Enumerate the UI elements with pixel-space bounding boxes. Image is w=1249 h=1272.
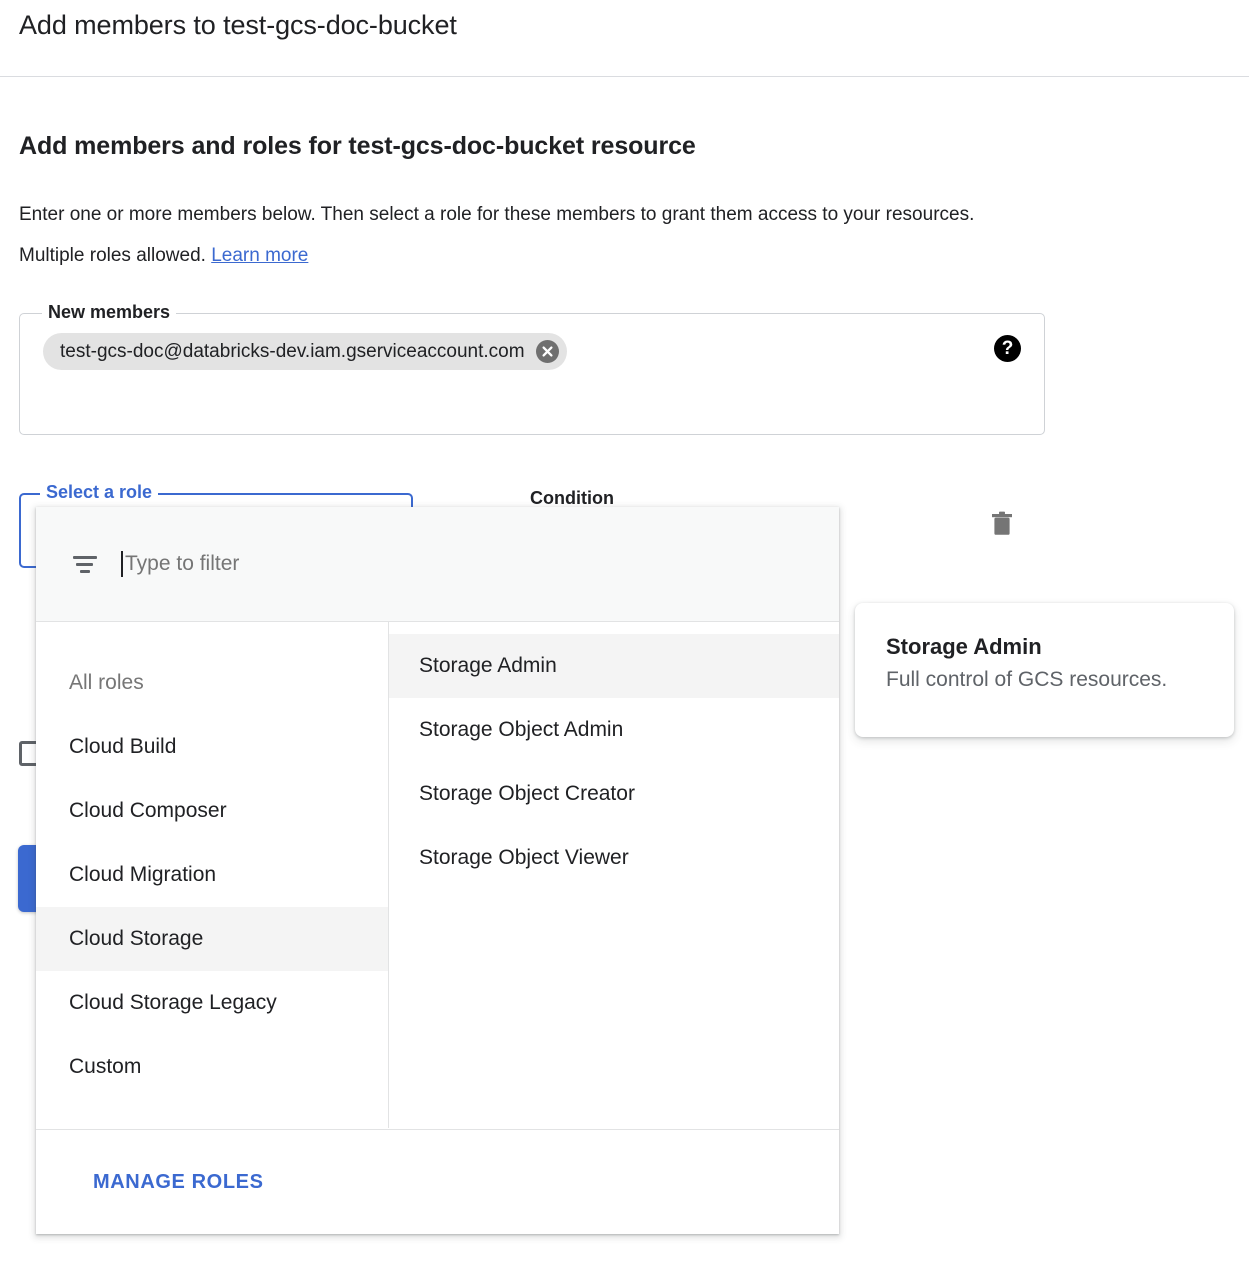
role-picker-dropdown: Type to filter All roles Cloud Build Clo… (36, 507, 839, 1234)
new-members-label: New members (42, 302, 176, 323)
role-option-storage-admin[interactable]: Storage Admin (389, 634, 839, 698)
role-picker-body: All roles Cloud Build Cloud Composer Clo… (36, 622, 839, 1128)
role-category-all-roles: All roles (36, 651, 388, 715)
section-description: Enter one or more members below. Then se… (19, 194, 1034, 276)
role-picker-footer: MANAGE ROLES (36, 1129, 839, 1234)
role-category-list: All roles Cloud Build Cloud Composer Clo… (36, 622, 389, 1128)
select-a-role-label: Select a role (40, 482, 158, 503)
role-tooltip-description: Full control of GCS resources. (886, 668, 1204, 692)
add-members-dialog: Add members to test-gcs-doc-bucket Add m… (0, 0, 1249, 1272)
role-category-cloud-build[interactable]: Cloud Build (36, 715, 388, 779)
role-filter-bar[interactable]: Type to filter (36, 507, 839, 622)
role-category-cloud-composer[interactable]: Cloud Composer (36, 779, 388, 843)
role-category-cloud-storage[interactable]: Cloud Storage (36, 907, 388, 971)
member-chip[interactable]: test-gcs-doc@databricks-dev.iam.gservice… (43, 333, 567, 370)
role-category-custom[interactable]: Custom (36, 1035, 388, 1099)
role-option-storage-object-admin[interactable]: Storage Object Admin (389, 698, 839, 762)
condition-label: Condition (530, 488, 614, 509)
new-members-field[interactable]: New members test-gcs-doc@databricks-dev.… (19, 313, 1045, 435)
role-category-cloud-storage-legacy[interactable]: Cloud Storage Legacy (36, 971, 388, 1035)
header-divider (0, 76, 1249, 77)
trash-icon[interactable] (977, 498, 1027, 548)
close-circle-icon[interactable] (536, 340, 559, 363)
learn-more-link[interactable]: Learn more (211, 245, 308, 266)
filter-icon (73, 551, 99, 577)
role-tooltip-title: Storage Admin (886, 634, 1204, 660)
help-icon[interactable]: ? (994, 335, 1021, 362)
dialog-title: Add members to test-gcs-doc-bucket (19, 10, 457, 41)
manage-roles-link[interactable]: MANAGE ROLES (93, 1171, 264, 1194)
member-chip-label: test-gcs-doc@databricks-dev.iam.gservice… (60, 341, 525, 363)
role-category-cloud-migration[interactable]: Cloud Migration (36, 843, 388, 907)
role-option-storage-object-viewer[interactable]: Storage Object Viewer (389, 826, 839, 890)
role-description-tooltip: Storage Admin Full control of GCS resour… (855, 603, 1234, 737)
role-option-list: Storage Admin Storage Object Admin Stora… (389, 622, 839, 1128)
role-filter-input[interactable]: Type to filter (125, 552, 239, 576)
text-cursor (121, 551, 123, 577)
role-option-storage-object-creator[interactable]: Storage Object Creator (389, 762, 839, 826)
section-heading: Add members and roles for test-gcs-doc-b… (19, 132, 696, 161)
section-description-text: Enter one or more members below. Then se… (19, 204, 974, 266)
